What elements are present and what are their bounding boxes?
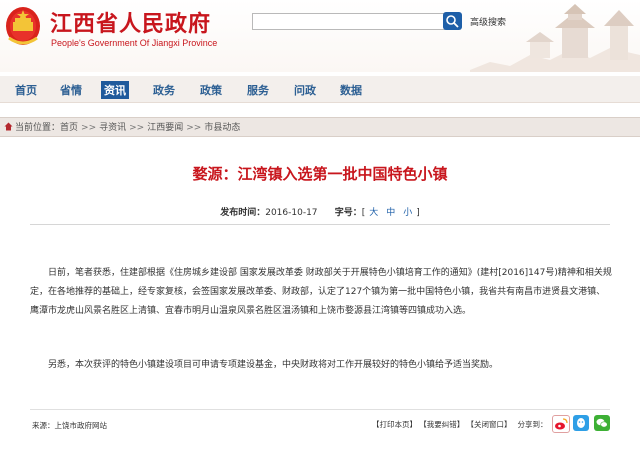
fontsize-label: 字号： bbox=[334, 208, 362, 218]
nav-item-news[interactable]: 资讯 bbox=[101, 81, 129, 99]
qq-icon bbox=[577, 418, 585, 428]
published-label: 发布时间： bbox=[220, 208, 266, 218]
divider bbox=[30, 224, 610, 225]
nav-item-data[interactable]: 数据 bbox=[337, 81, 365, 99]
article-tools: 【打印本页】 【我要纠错】 【关闭窗口】 分享到： bbox=[372, 419, 554, 430]
nav-item-policy[interactable]: 政策 bbox=[197, 81, 225, 99]
site-subtitle: People's Government Of Jiangxi Province bbox=[51, 38, 218, 48]
weibo-share-button[interactable] bbox=[552, 415, 570, 433]
nav-item-province[interactable]: 省情 bbox=[57, 81, 85, 99]
home-icon bbox=[4, 122, 13, 131]
breadcrumb-home[interactable]: 首页 bbox=[60, 123, 78, 133]
article-source: 来源：上饶市政府网站 bbox=[32, 421, 107, 430]
fontsize-small[interactable]: 小 bbox=[403, 208, 412, 218]
nav-item-inquiry[interactable]: 问政 bbox=[291, 81, 319, 99]
fontsize-medium[interactable]: 中 bbox=[386, 208, 395, 218]
breadcrumb-separator: >> bbox=[186, 123, 202, 133]
skyline-decoration bbox=[470, 4, 640, 72]
article-title: 婺源：江湾镇入选第一批中国特色小镇 bbox=[192, 165, 448, 183]
divider bbox=[30, 409, 610, 410]
nav-item-affairs[interactable]: 政务 bbox=[150, 81, 178, 99]
article-paragraph: 日前，笔者获悉，住建部根据《住房城乡建设部 国家发展改革委 财政部关于开展特色小… bbox=[30, 268, 612, 316]
breadcrumb-trail: 当前位置：首页 >> 寻资讯 >> 江西要闻 >> 市县动态 bbox=[15, 120, 240, 133]
print-link[interactable]: 【打印本页】 bbox=[372, 420, 417, 429]
breadcrumb-jiangxi-news[interactable]: 江西要闻 bbox=[147, 123, 183, 133]
breadcrumb-news[interactable]: 寻资讯 bbox=[99, 123, 126, 133]
article-meta: 发布时间：2016-10-17 字号：[大中小] bbox=[220, 208, 420, 218]
national-emblem-icon bbox=[6, 7, 40, 45]
close-window-link[interactable]: 【关闭窗口】 bbox=[470, 420, 511, 429]
share-label: 分享到： bbox=[517, 420, 548, 429]
nav-item-home[interactable]: 首页 bbox=[12, 81, 40, 99]
main-nav: 首页 省情 资讯 政务 政策 服务 问政 数据 bbox=[0, 76, 640, 103]
site-title[interactable]: 江西省人民政府 bbox=[50, 6, 211, 38]
breadcrumb-county-news[interactable]: 市县动态 bbox=[204, 123, 240, 133]
fontsize-large[interactable]: 大 bbox=[369, 208, 378, 218]
breadcrumb-prefix: 当前位置： bbox=[15, 123, 61, 133]
breadcrumb: 当前位置：首页 >> 寻资讯 >> 江西要闻 >> 市县动态 bbox=[0, 117, 640, 137]
search-icon bbox=[446, 15, 459, 28]
site-header: 江西省人民政府 People's Government Of Jiangxi P… bbox=[0, 0, 640, 72]
breadcrumb-separator: >> bbox=[81, 123, 97, 133]
correct-link[interactable]: 【我要纠错】 bbox=[423, 420, 464, 429]
search-input[interactable] bbox=[252, 13, 446, 30]
published-date: 2016-10-17 bbox=[265, 208, 318, 218]
wechat-share-button[interactable] bbox=[594, 415, 610, 431]
article-paragraph: 另悉，本次获评的特色小镇建设项目可申请专项建设基金，中央财政将对工作开展较好的特… bbox=[48, 360, 499, 370]
weibo-icon bbox=[555, 418, 568, 430]
wechat-icon bbox=[596, 418, 608, 428]
nav-item-service[interactable]: 服务 bbox=[244, 81, 272, 99]
search-button[interactable] bbox=[443, 12, 462, 30]
qq-share-button[interactable] bbox=[573, 415, 589, 431]
breadcrumb-separator: >> bbox=[129, 123, 145, 133]
